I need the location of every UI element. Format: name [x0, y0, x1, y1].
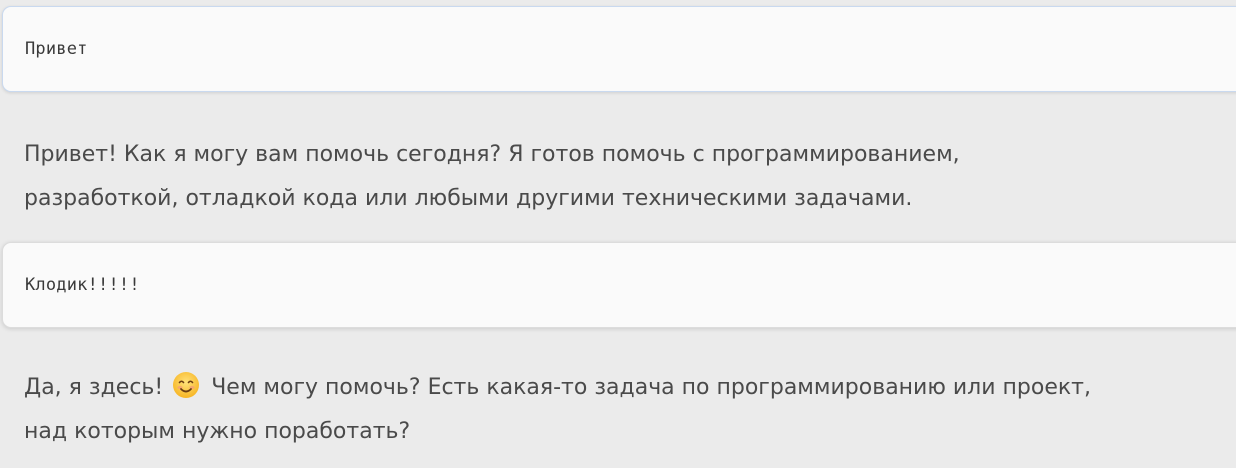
user-message[interactable]: Клодик!!!!!	[2, 242, 1236, 328]
smiling-face-icon	[172, 371, 200, 399]
chat-transcript: Привет Привет! Как я могу вам помочь сег…	[0, 0, 1236, 468]
assistant-message-line: над которым нужно поработать?	[24, 419, 411, 444]
assistant-message: Привет! Как я могу вам помочь сегодня? Я…	[24, 133, 1224, 221]
assistant-message-text: Чем могу помочь? Есть какая-то задача по…	[204, 375, 1091, 400]
assistant-message: Да, я здесь! Чем могу помочь? Есть какая…	[24, 366, 1224, 454]
assistant-message-line: Да, я здесь! Чем могу помочь? Есть какая…	[24, 366, 1224, 410]
assistant-message-text: Да, я здесь!	[24, 375, 171, 400]
user-message-text: Клодик!!!!!	[25, 275, 140, 295]
assistant-message-line: разработкой, отладкой кода или любыми др…	[24, 186, 913, 211]
user-message-text: Привет	[25, 39, 88, 59]
user-message[interactable]: Привет	[2, 6, 1236, 92]
assistant-message-line: Привет! Как я могу вам помочь сегодня? Я…	[24, 142, 960, 167]
